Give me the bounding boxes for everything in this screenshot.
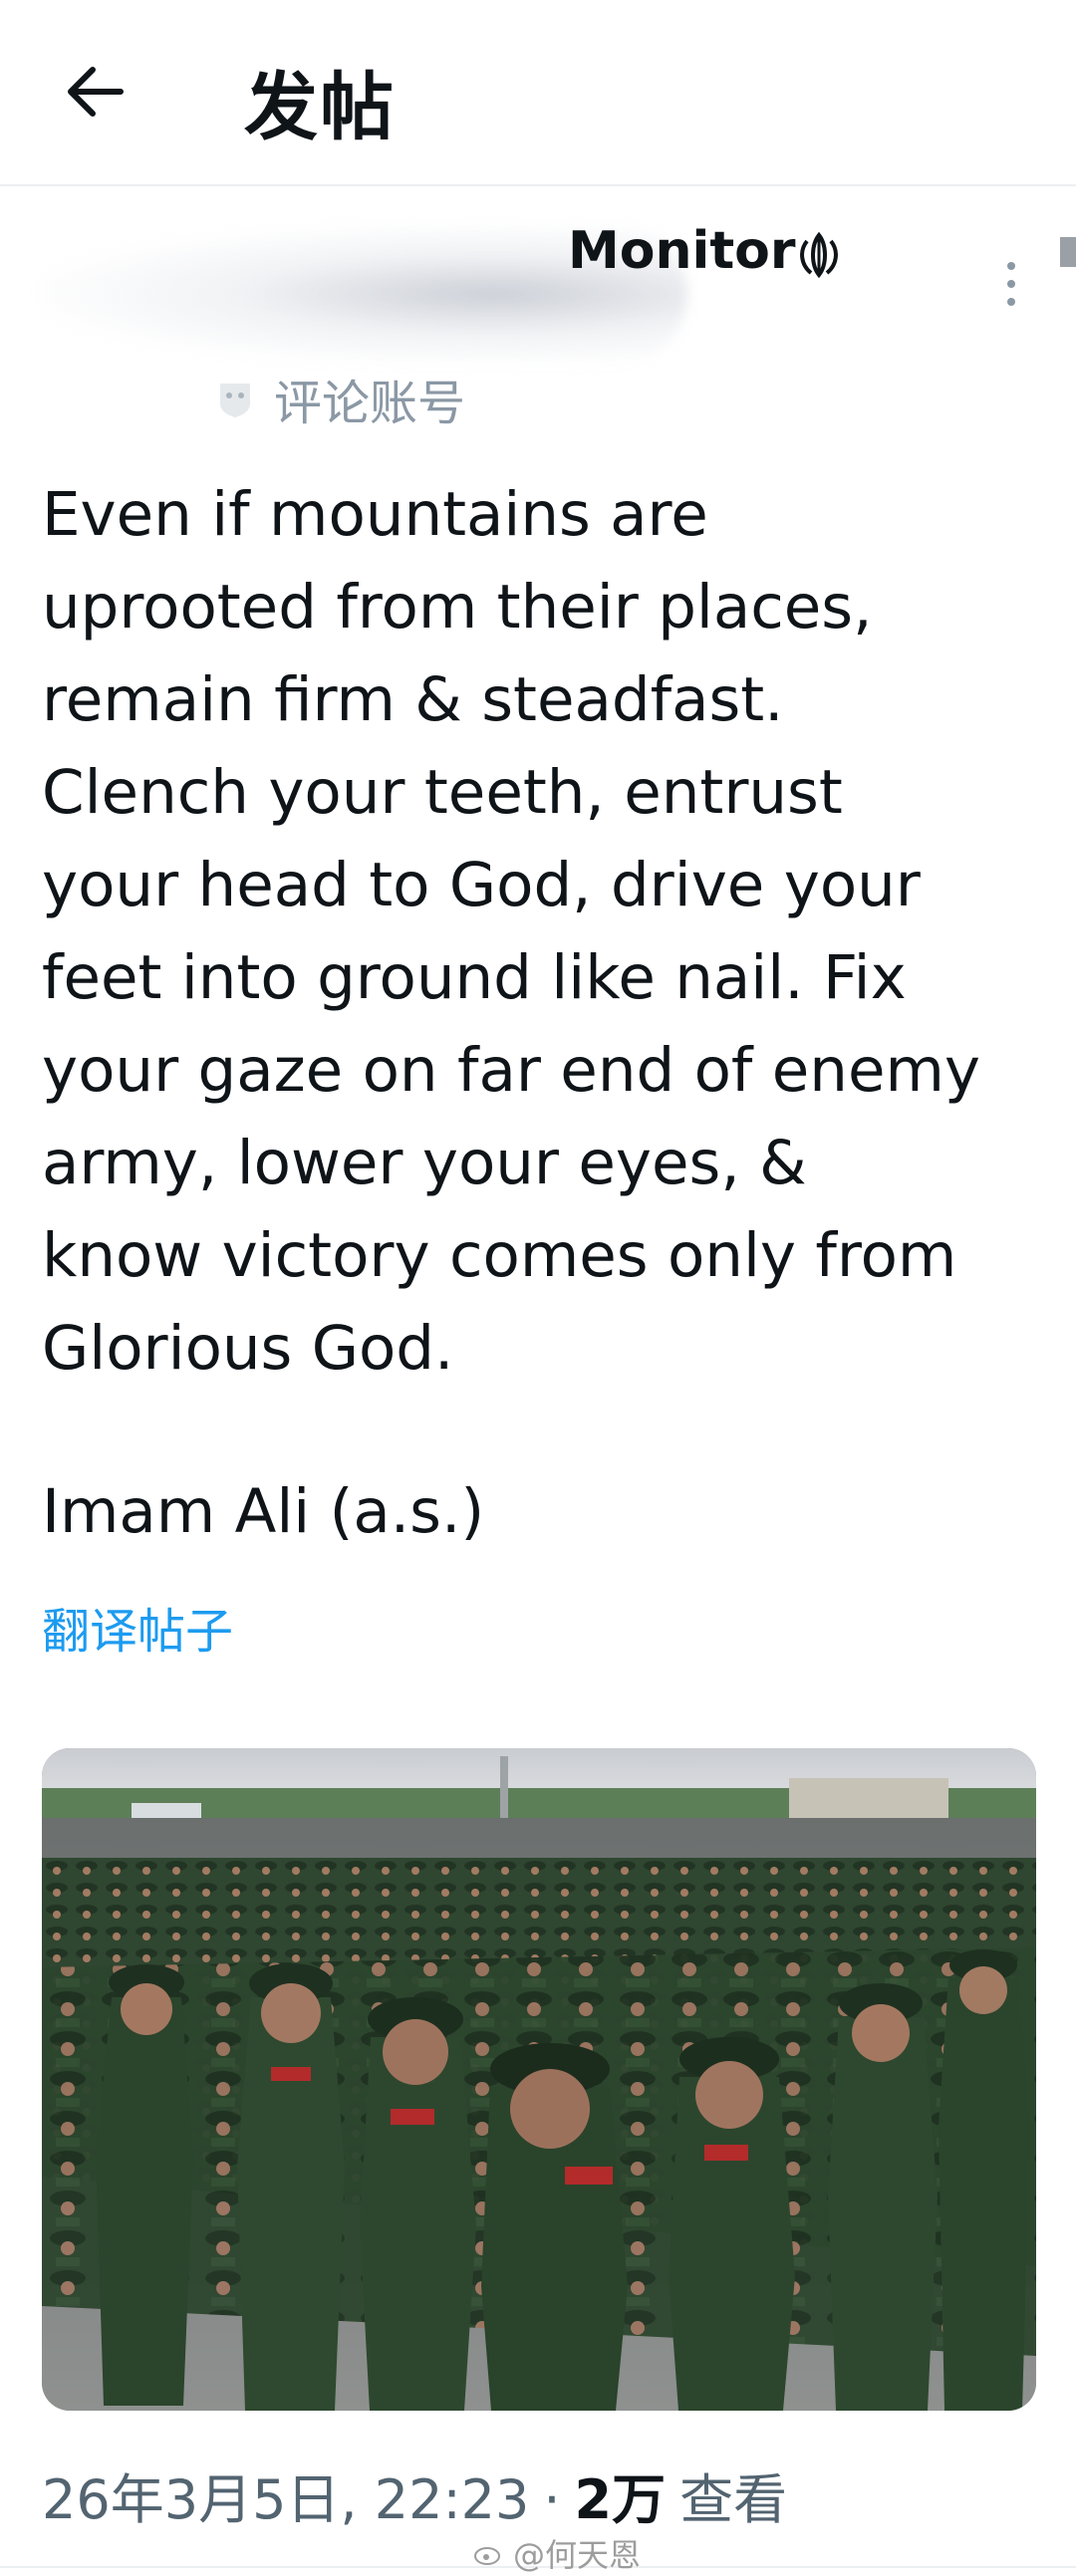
iran-emblem-icon — [800, 231, 838, 279]
post-meta: 26年3月5日, 22:23 · 2万 查看 — [42, 2455, 787, 2534]
weibo-watermark: @何天恩 — [473, 2530, 641, 2576]
post-text: Even if mountains are uprooted from thei… — [42, 479, 981, 1384]
author-display-name[interactable]: Monitor — [568, 221, 796, 281]
soldiers-formation-photo — [42, 1748, 1036, 2411]
account-label: 评论账号 — [214, 364, 465, 433]
more-options-button[interactable] — [981, 254, 1031, 314]
page-title: 发帖 — [244, 65, 396, 150]
views-label: 查看 — [679, 2468, 788, 2531]
watermark-text: @何天恩 — [513, 2536, 642, 2574]
back-button[interactable] — [55, 52, 134, 131]
weibo-icon — [474, 2547, 500, 2565]
account-label-text: 评论账号 — [274, 376, 466, 431]
top-bar: 发帖 — [0, 0, 1076, 186]
post-image[interactable] — [42, 1748, 1036, 2411]
post-attribution: Imam Ali (a.s.) — [42, 1476, 485, 1547]
meta-separator: · — [543, 2468, 561, 2531]
post-timestamp: 26年3月5日, 22:23 — [42, 2468, 530, 2531]
scrollbar-thumb[interactable] — [1060, 237, 1076, 267]
views-count: 2万 — [574, 2468, 667, 2531]
translate-post-link[interactable]: 翻译帖子 — [42, 1592, 233, 1662]
more-vertical-icon — [1007, 262, 1015, 306]
comment-account-icon — [220, 384, 250, 417]
arrow-left-icon — [68, 67, 124, 117]
